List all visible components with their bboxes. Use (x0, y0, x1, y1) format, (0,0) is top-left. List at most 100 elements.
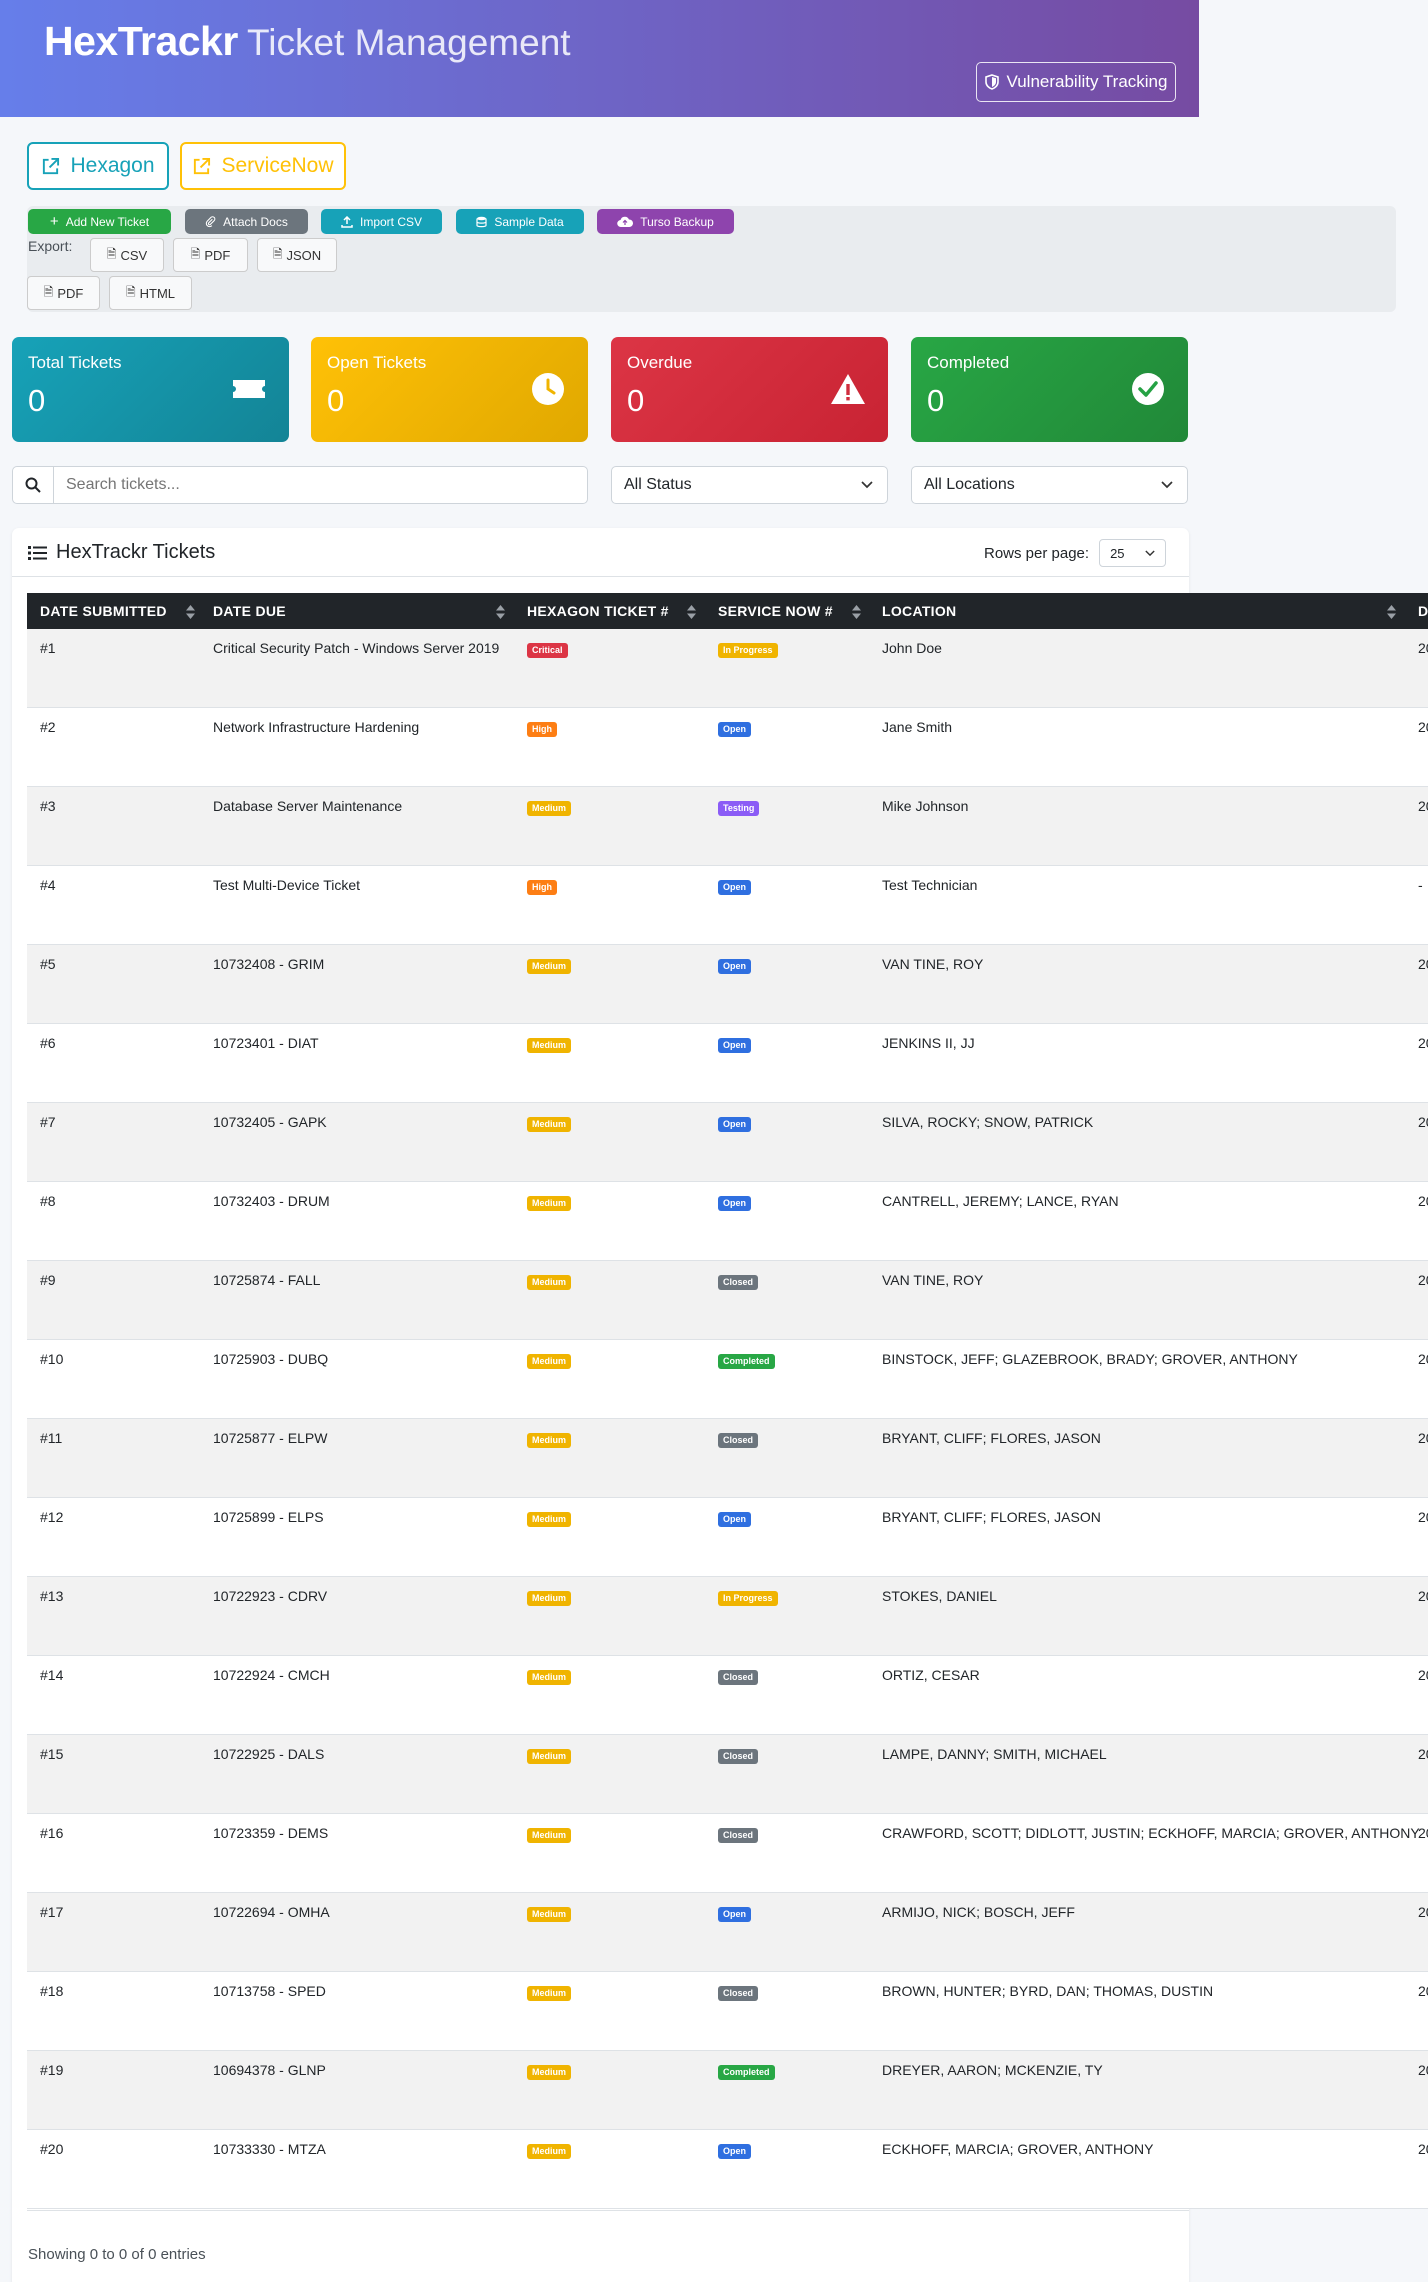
row-extra: 20 (1418, 1114, 1428, 1130)
hexagon-link-button[interactable]: Hexagon (27, 142, 169, 190)
status-badge: Open (718, 1117, 752, 1132)
table-row[interactable]: #6 10723401 - DIAT Medium Open JENKINS II, J… (27, 1024, 1428, 1103)
priority-badge-cell: Medium (527, 1430, 572, 1448)
export-json-label: JSON (286, 247, 322, 263)
priority-badge: Medium (527, 1907, 572, 1922)
table-row[interactable]: #3 Database Server Maintenance Medium Testi… (27, 787, 1428, 866)
table-row[interactable]: #15 10722925 - DALS Medium Closed LAMPE, DAN… (27, 1735, 1428, 1814)
status-badge-cell: Completed (718, 1351, 775, 1369)
location-filter-select[interactable]: All Locations (911, 466, 1188, 504)
file-pdf-icon: 🗎 (43, 284, 54, 299)
status-badge: Open (718, 880, 752, 895)
table-row[interactable]: #17 10722694 - OMHA Medium Open ARMIJO, NICK… (27, 1893, 1428, 1972)
status-badge: Completed (718, 1354, 775, 1369)
export-json-button[interactable]: 🗎 JSON (257, 238, 337, 272)
search-input[interactable] (54, 467, 587, 503)
priority-badge: High (527, 722, 557, 737)
row-location: DREYER, AARON; MCKENZIE, TY (882, 2062, 1103, 2078)
table-row[interactable]: #9 10725874 - FALL Medium Closed VAN TINE, R… (27, 1261, 1428, 1340)
table-row[interactable]: #2 Network Infrastructure Hardening High Op… (27, 708, 1428, 787)
priority-badge: Medium (527, 959, 572, 974)
table-footer-info: Showing 0 to 0 of 0 entries (28, 2246, 206, 2263)
row-id: #14 (40, 1667, 64, 1683)
row-extra: - (1418, 877, 1423, 893)
rows-per-page-select[interactable]: 25 (1099, 539, 1167, 567)
table-row[interactable]: #8 10732403 - DRUM Medium Open CANTRELL, JER… (27, 1182, 1428, 1261)
clock-icon (532, 373, 564, 405)
row-title: 10722925 - DALS (213, 1746, 325, 1762)
chevron-down-icon (1145, 549, 1155, 556)
export-csv-button[interactable]: 🗎 CSV (90, 238, 164, 272)
sort-icon[interactable] (687, 605, 696, 619)
row-title: Critical Security Patch - Windows Server… (213, 640, 500, 656)
table-row[interactable]: #1 Critical Security Patch - Windows Serv… (27, 629, 1428, 708)
column-header-hexagon-ticket[interactable]: HEXAGON TICKET # (527, 593, 669, 629)
row-id: #9 (40, 1272, 56, 1288)
row-title: Test Multi-Device Ticket (213, 877, 361, 893)
row-title: 10732408 - GRIM (213, 956, 325, 972)
table-row[interactable]: #4 Test Multi-Device Ticket High Open Test T… (27, 866, 1428, 945)
priority-badge-cell: Medium (527, 1272, 572, 1290)
add-ticket-button[interactable]: + Add New Ticket (28, 209, 171, 234)
row-title: Network Infrastructure Hardening (213, 719, 420, 735)
row-extra: 20 (1418, 2141, 1428, 2157)
row-extra: 20 (1418, 1667, 1428, 1683)
servicenow-link-button[interactable]: ServiceNow (180, 142, 346, 190)
column-header-service-now[interactable]: SERVICE NOW # (718, 593, 833, 629)
sort-icon[interactable] (496, 605, 505, 619)
priority-badge: Medium (527, 1275, 572, 1290)
sort-icon[interactable] (1387, 605, 1396, 619)
sort-icon[interactable] (186, 605, 195, 619)
sample-data-button[interactable]: Sample Data (456, 209, 584, 234)
table-row[interactable]: #11 10725877 - ELPW Medium Closed BRYANT, CL… (27, 1419, 1428, 1498)
turso-backup-button[interactable]: Turso Backup (597, 209, 734, 234)
row-extra: 20 (1418, 1904, 1428, 1920)
stat-title: Open Tickets (327, 353, 427, 372)
attach-docs-button[interactable]: Attach Docs (185, 209, 308, 234)
row-extra: 20 (1418, 1825, 1428, 1841)
export-html-button[interactable]: 🗎 HTML (109, 276, 192, 310)
table-row[interactable]: #20 10733330 - MTZA Medium Open ECKHOFF, MAR… (27, 2130, 1428, 2209)
import-csv-button[interactable]: Import CSV (321, 209, 442, 234)
row-extra: 20 (1418, 2062, 1428, 2078)
table-row[interactable]: #14 10722924 - CMCH Medium Closed ORTIZ, CES… (27, 1656, 1428, 1735)
table-row[interactable]: #13 10722923 - CDRV Medium In Progress STOKE… (27, 1577, 1428, 1656)
priority-badge-cell: Medium (527, 1509, 572, 1527)
table-row[interactable]: #16 10723359 - DEMS Medium Closed CRAWFORD, … (27, 1814, 1428, 1893)
export-csv-label: CSV (120, 247, 148, 263)
row-location: CRAWFORD, SCOTT; DIDLOTT, JUSTIN; ECKHOF… (882, 1825, 1420, 1841)
table-row[interactable]: #18 10713758 - SPED Medium Closed BROWN, HUN… (27, 1972, 1428, 2051)
table-row[interactable]: #5 10732408 - GRIM Medium Open VAN TINE, ROY… (27, 945, 1428, 1024)
table-row[interactable]: #7 10732405 - GAPK Medium Open SILVA, ROCKY;… (27, 1103, 1428, 1182)
panel-title: HexTrackr Tickets (28, 541, 215, 564)
search-bar (12, 466, 588, 504)
status-badge: Open (718, 2144, 752, 2159)
column-header-date-due[interactable]: DATE DUE (213, 593, 286, 629)
column-header-date-submitted[interactable]: DATE SUBMITTED (40, 593, 167, 629)
status-badge-cell: Open (718, 877, 752, 895)
table-row[interactable]: #19 10694378 - GLNP Medium Completed DREYER,… (27, 2051, 1428, 2130)
chevron-down-icon (1161, 481, 1173, 489)
table-row[interactable]: #12 10725899 - ELPS Medium Open BRYANT, CLIF… (27, 1498, 1428, 1577)
status-filter-select[interactable]: All Status (611, 466, 888, 504)
status-badge-cell: Open (718, 719, 752, 737)
status-badge: Closed (718, 1433, 759, 1448)
stat-title: Overdue (627, 353, 693, 372)
panel-divider (12, 576, 1189, 577)
vulnerability-tracking-button[interactable]: Vulnerability Tracking (976, 62, 1176, 102)
row-location: BRYANT, CLIFF; FLORES, JASON (882, 1430, 1101, 1446)
export-pdf-button[interactable]: 🗎 PDF (173, 238, 248, 272)
status-badge: Open (718, 722, 752, 737)
export-pdf2-button[interactable]: 🗎 PDF (27, 276, 100, 310)
status-badge-cell: Open (718, 1509, 752, 1527)
sort-icon[interactable] (852, 605, 861, 619)
priority-badge: Critical (527, 643, 568, 658)
column-header-more[interactable]: D (1418, 593, 1428, 629)
row-extra: 20 (1418, 798, 1428, 814)
row-extra: 20 (1418, 1983, 1428, 1999)
export-html-label: HTML (139, 285, 176, 301)
column-header-location[interactable]: LOCATION (882, 593, 956, 629)
row-title: 10722923 - CDRV (213, 1588, 328, 1604)
vulnerability-tracking-label: Vulnerability Tracking (1006, 72, 1168, 91)
table-row[interactable]: #10 10725903 - DUBQ Medium Completed BINSTOC… (27, 1340, 1428, 1419)
